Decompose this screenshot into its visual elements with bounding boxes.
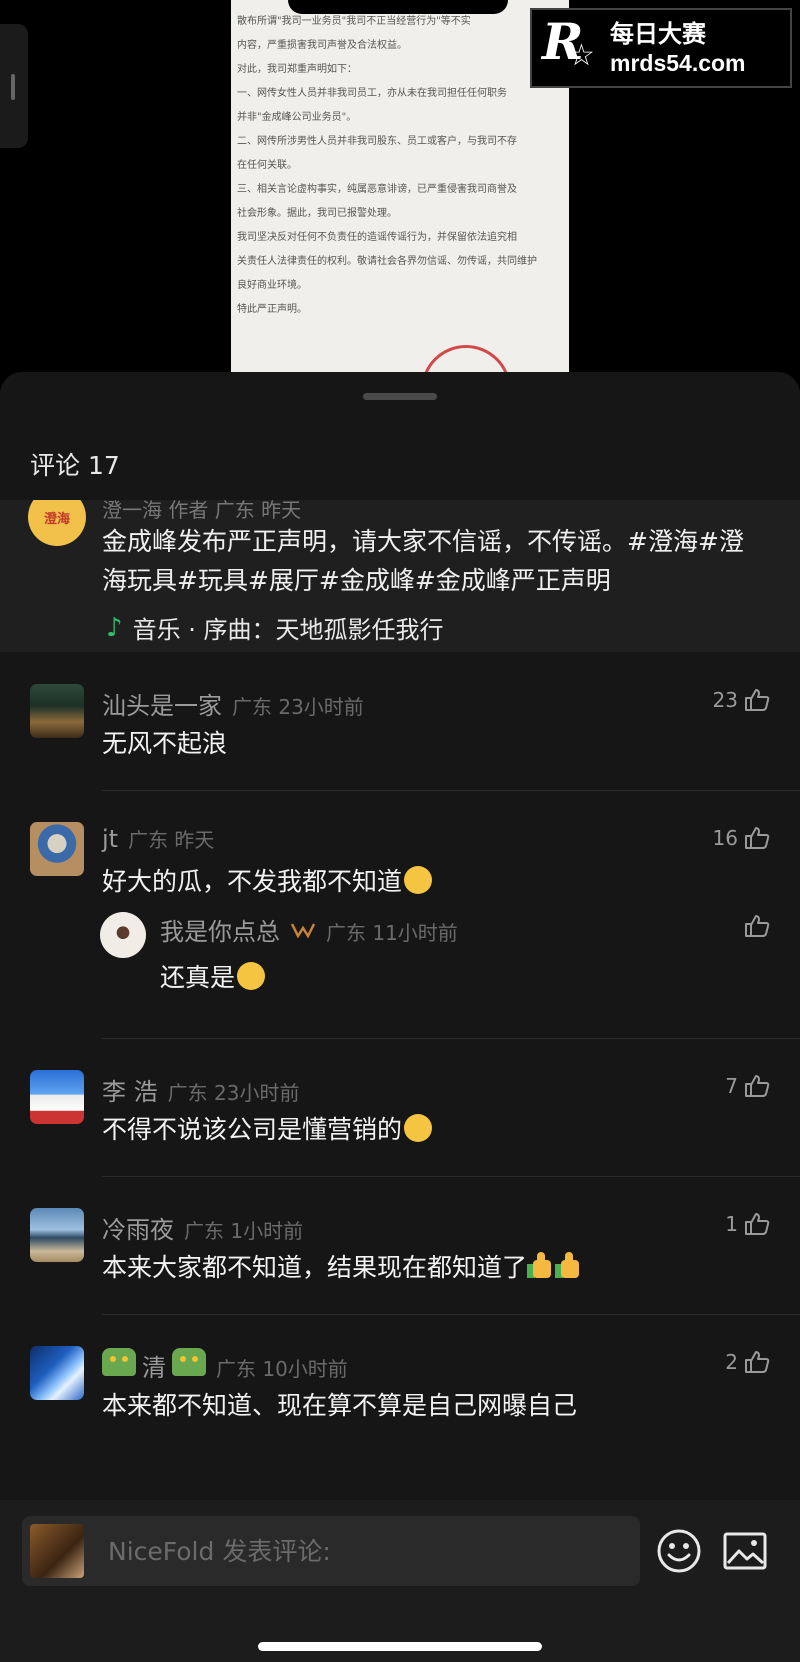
watermark-title: 每日大赛 xyxy=(610,20,706,48)
avatar[interactable] xyxy=(30,1208,84,1262)
author-avatar-label: 澄海 xyxy=(43,511,70,527)
comment-sheet: 评论 17 澄海 澄一海 作者 广东 昨天 金成峰发布严正声明，请大家不信谣，不… xyxy=(0,372,800,1662)
author-meta: 澄一海 作者 广东 昨天 xyxy=(102,500,302,522)
doc-line: 一、网传女性人员并非我司员工，亦从未在我司担任任何职务 xyxy=(237,88,507,99)
comment-text-content: 好大的瓜，不发我都不知道 xyxy=(102,867,403,896)
like-count: 23 xyxy=(712,688,738,712)
doc-line: 良好商业环境。 xyxy=(237,280,307,291)
avatar[interactable] xyxy=(30,684,84,738)
comment-location-time: 广东 11小时前 xyxy=(326,921,458,945)
avatar[interactable] xyxy=(30,1070,84,1124)
like-count: 7 xyxy=(725,1074,738,1098)
divider xyxy=(102,1176,800,1177)
commenter-name[interactable]: 清 xyxy=(142,1348,166,1383)
comment-location-time: 广东 昨天 xyxy=(128,828,215,852)
comment-count-title: 评论 17 xyxy=(30,451,120,480)
commenter-name[interactable]: 汕头是一家 xyxy=(102,686,222,721)
sheet-grabber[interactable] xyxy=(363,393,437,400)
comment-input-bar xyxy=(0,1500,800,1662)
video-player[interactable]: 散布所谓"我司一业务员"我司不正当经营行为"等不实 内容，严重损害我司声誉及合法… xyxy=(0,0,800,372)
badge-icon xyxy=(290,923,316,939)
thumbs-up-icon xyxy=(745,689,770,711)
avatar[interactable] xyxy=(100,912,146,958)
thumbs-up-emoji-icon xyxy=(555,1252,583,1280)
smiley-icon[interactable] xyxy=(656,1528,702,1574)
divider xyxy=(102,1314,800,1315)
author-post-text: 金成峰发布严正声明，请大家不信谣，不传谣。#澄海#澄海玩具#玩具#展厅#金成峰#… xyxy=(102,527,744,595)
comment-text: 好大的瓜，不发我都不知道 xyxy=(102,862,433,898)
avatar[interactable] xyxy=(30,822,84,876)
doc-line: 特此严正声明。 xyxy=(237,304,307,315)
comment-text: 本来都不知道、现在算不算是自己网曝自己 xyxy=(102,1391,578,1420)
user-avatar xyxy=(30,1524,84,1578)
reply-commenter-name[interactable]: 我是你点总 xyxy=(160,912,280,947)
like-button[interactable]: 2 xyxy=(725,1350,770,1374)
like-count: 2 xyxy=(725,1350,738,1374)
doc-line: 并非"金成峰公司业务员"。 xyxy=(237,112,357,123)
comment-location-time: 广东 23小时前 xyxy=(232,695,364,719)
image-icon[interactable] xyxy=(722,1530,768,1572)
star-icon: ☆ xyxy=(568,38,595,73)
laughing-emoji-icon xyxy=(404,866,433,894)
thumbs-up-icon xyxy=(745,1075,770,1097)
dragon-icon xyxy=(172,1348,206,1376)
divider xyxy=(102,790,800,791)
side-panel-handle[interactable] xyxy=(0,24,28,148)
comment-text-content: 本来大家都不知道，结果现在都知道了 xyxy=(102,1253,528,1282)
doc-line: 二、网传所涉男性人员并非我司股东、员工或客户，与我司不存 xyxy=(237,136,517,147)
grinning-emoji-icon xyxy=(404,1114,433,1142)
reply-text-content: 还真是 xyxy=(160,963,236,992)
thumbs-up-icon xyxy=(745,1213,770,1235)
handle-bar xyxy=(11,74,15,100)
author-post: 澄海 澄一海 作者 广东 昨天 金成峰发布严正声明，请大家不信谣，不传谣。#澄海… xyxy=(0,500,800,652)
doc-line: 我司坚决反对任何不负责任的造谣传谣行为，并保留依法追究相 xyxy=(237,232,517,243)
comment-text: 不得不说该公司是懂营销的 xyxy=(102,1110,433,1146)
statement-document-image: 散布所谓"我司一业务员"我司不正当经营行为"等不实 内容，严重损害我司声誉及合法… xyxy=(231,0,569,372)
doc-line: 三、相关言论虚构事实，纯属恶意诽谤，已严重侵害我司商誉及 xyxy=(237,184,517,195)
thumbs-up-icon xyxy=(745,827,770,849)
doc-line: 内容，严重损害我司声誉及合法权益。 xyxy=(237,40,407,51)
home-indicator[interactable] xyxy=(258,1642,542,1651)
like-count: 16 xyxy=(712,826,738,850)
like-button[interactable]: 16 xyxy=(713,826,770,850)
comment-input[interactable] xyxy=(22,1516,640,1586)
reply-text: 还真是 xyxy=(160,958,266,994)
company-seal xyxy=(421,345,511,372)
comment-text: 无风不起浪 xyxy=(102,729,228,758)
thumbs-up-emoji-icon xyxy=(527,1252,555,1280)
watermark-logo: R ☆ xyxy=(540,12,606,80)
document-text: 散布所谓"我司一业务员"我司不正当经营行为"等不实 内容，严重损害我司声誉及合法… xyxy=(237,10,565,322)
laughing-emoji-icon xyxy=(237,962,266,990)
comment-location-time: 广东 1小时前 xyxy=(184,1219,304,1243)
avatar[interactable] xyxy=(30,1346,84,1400)
commenter-name[interactable]: 李 浩 xyxy=(102,1072,158,1107)
music-title: 音乐 · 序曲：天地孤影任我行 xyxy=(132,616,444,644)
divider xyxy=(102,1038,800,1039)
thumbs-up-icon xyxy=(745,1351,770,1373)
like-button[interactable]: 1 xyxy=(725,1212,770,1236)
doc-line: 在任何关联。 xyxy=(237,160,297,171)
commenter-name[interactable]: 冷雨夜 xyxy=(102,1210,174,1245)
doc-line: 社会形象。据此，我司已报警处理。 xyxy=(237,208,397,219)
author-avatar[interactable]: 澄海 xyxy=(28,500,86,546)
music-note-icon: ♪ xyxy=(106,612,123,643)
like-button[interactable]: 23 xyxy=(713,688,770,712)
comment-location-time: 广东 10小时前 xyxy=(216,1357,348,1381)
comment-location-time: 广东 23小时前 xyxy=(167,1081,300,1105)
music-link[interactable]: ♪ 音乐 · 序曲：天地孤影任我行 xyxy=(106,610,443,645)
like-button[interactable]: 7 xyxy=(725,1074,770,1098)
site-watermark: R ☆ 每日大赛 mrds54.com xyxy=(530,8,792,88)
doc-line: 散布所谓"我司一业务员"我司不正当经营行为"等不实 xyxy=(237,16,471,27)
commenter-name[interactable]: jt xyxy=(102,825,118,853)
thumbs-up-icon xyxy=(745,915,770,937)
comment-text-content: 不得不说该公司是懂营销的 xyxy=(102,1115,403,1144)
dragon-icon xyxy=(102,1348,136,1376)
doc-line: 对此，我司郑重声明如下： xyxy=(237,64,357,75)
doc-line: 关责任人法律责任的权利。敬请社会各界勿信谣、勿传谣，共同维护 xyxy=(237,256,537,267)
comment-text: 本来大家都不知道，结果现在都知道了 xyxy=(102,1248,583,1284)
watermark-url: mrds54.com xyxy=(610,50,746,76)
like-button[interactable] xyxy=(738,914,770,938)
like-count: 1 xyxy=(725,1212,738,1236)
